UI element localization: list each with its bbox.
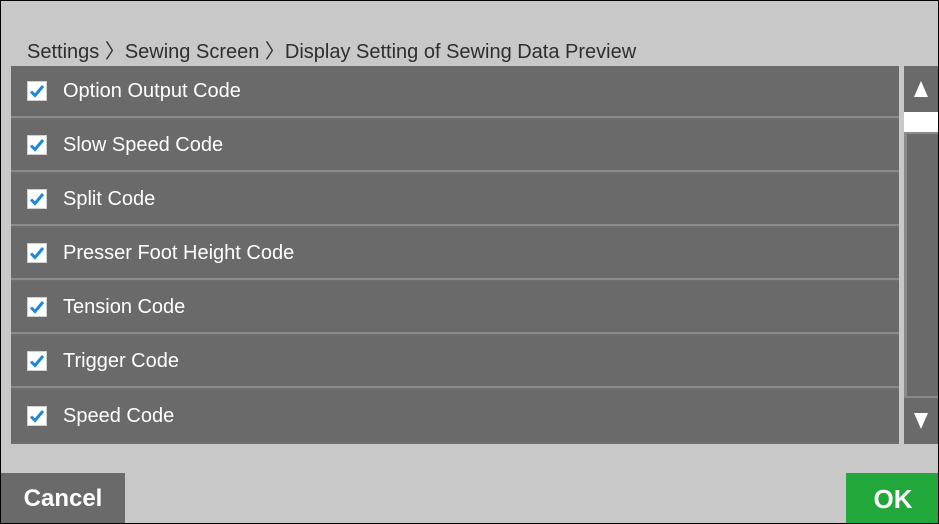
checkbox[interactable] [27,189,47,209]
list-item-label: Tension Code [63,295,186,318]
checkmark-icon [29,355,45,368]
checkbox[interactable] [27,406,47,426]
triangle-down-icon [914,413,928,429]
list-item-label: Option Output Code [63,79,241,102]
checkmark-icon [29,301,45,314]
scroll-track[interactable] [904,112,938,398]
ok-button[interactable]: OK [846,473,938,523]
checkmark-icon [29,85,45,98]
list-item-split-code[interactable]: Split Code [11,174,899,226]
list-item-slow-speed-code[interactable]: Slow Speed Code [11,120,899,172]
list-item-label: Presser Foot Height Code [63,241,295,264]
code-list: Option Output Code Slow Speed Code Split… [11,66,899,444]
list-item-label: Split Code [63,187,156,210]
settings-screen: Settings 〉Sewing Screen 〉Display Setting… [0,0,939,524]
breadcrumb: Settings 〉Sewing Screen 〉Display Setting… [27,41,637,63]
checkbox[interactable] [27,243,47,263]
checkmark-icon [29,139,45,152]
scrollbar[interactable] [904,66,938,444]
checkbox[interactable] [27,81,47,101]
checkbox[interactable] [27,351,47,371]
checkmark-icon [29,247,45,260]
checkbox[interactable] [27,135,47,155]
cancel-button[interactable]: Cancel [1,473,125,523]
triangle-up-icon [914,81,928,97]
scroll-track-fill [907,134,938,396]
list-item-tension-code[interactable]: Tension Code [11,282,899,334]
scroll-down-button[interactable] [904,398,938,444]
checkmark-icon [29,193,45,206]
list-item-label: Slow Speed Code [63,133,224,156]
checkbox[interactable] [27,297,47,317]
list-item-option-output-code[interactable]: Option Output Code [11,66,899,118]
list-item-presser-foot-height-code[interactable]: Presser Foot Height Code [11,228,899,280]
scroll-up-button[interactable] [904,66,938,112]
list-item-label: Speed Code [63,404,175,427]
list-item-speed-code[interactable]: Speed Code [11,390,899,442]
list-item-label: Trigger Code [63,349,179,372]
scroll-thumb[interactable] [904,112,938,132]
list-item-trigger-code[interactable]: Trigger Code [11,336,899,388]
checkmark-icon [29,410,45,423]
